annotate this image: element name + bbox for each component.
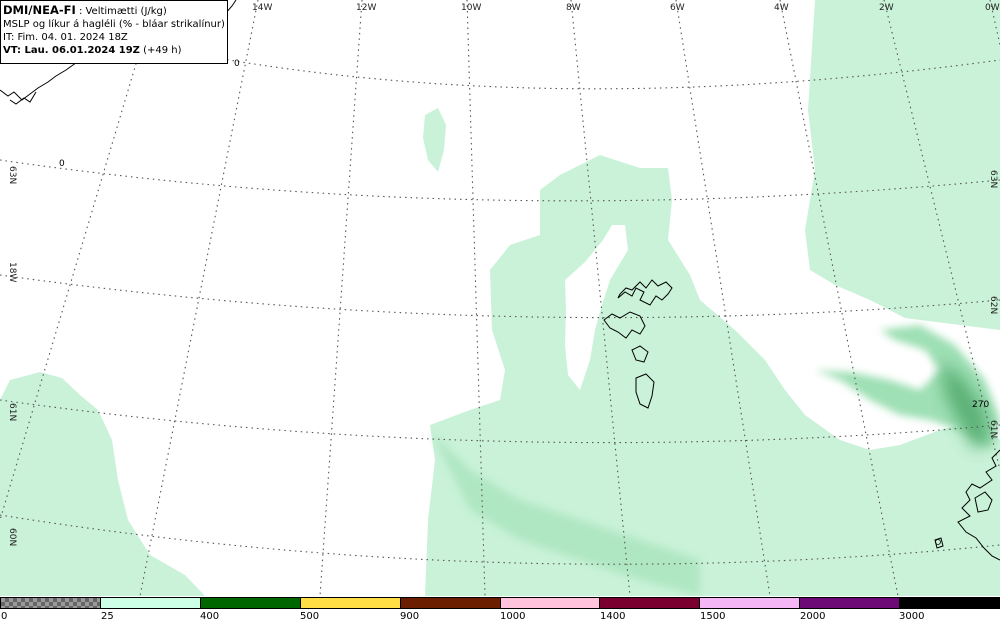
legend-bar: [0, 597, 1000, 609]
subtitle-line: MSLP og líkur á hagléli (% - bláar strik…: [3, 19, 225, 30]
model-name: DMI/NEA-FI: [3, 3, 76, 17]
valid-time-line: VT: Lau. 06.01.2024 19Z (+49 h): [3, 44, 225, 57]
valid-time: VT: Lau. 06.01.2024 19Z: [3, 45, 140, 56]
lon-label-10w: 10W: [461, 3, 481, 13]
lon-label-4w: 4W: [774, 3, 789, 13]
legend-label-25: 25: [101, 611, 114, 622]
weather-map: 14W 12W 10W 8W 6W 4W 2W 0W 63N 18W 61N 6…: [0, 0, 1000, 596]
color-legend: 0 25 400 500 900 1000 1400 1500 2000 300…: [0, 596, 1000, 626]
lon-label-0w: 0W: [985, 3, 1000, 13]
legend-swatch-2000: [800, 598, 901, 608]
lat-label-left-60n: 60N: [7, 528, 17, 546]
legend-swatch-1500: [700, 598, 801, 608]
lon-label-8w: 8W: [566, 3, 581, 13]
lat-label-right-61n: 61N: [988, 420, 998, 438]
contour-label-0-a: 0: [234, 59, 240, 69]
contour-label-270: 270: [972, 400, 989, 410]
lat-label-left-63n: 63N: [7, 166, 17, 184]
lat-label-right-63n: 63N: [988, 170, 998, 188]
lon-label-12w: 12W: [356, 3, 376, 13]
cape-area-northeast: [805, 0, 1000, 330]
lon-label-2w: 2W: [879, 3, 894, 13]
lon-label-14w: 14W: [252, 3, 272, 13]
legend-label-500: 500: [300, 611, 320, 622]
legend-swatch-1400: [600, 598, 701, 608]
legend-label-1000: 1000: [500, 611, 526, 622]
legend-swatch-500: [300, 598, 401, 608]
legend-swatch-900: [400, 598, 501, 608]
forecast-offset: (+49 h): [139, 45, 182, 56]
lat-label-left-18w: 18W: [7, 262, 17, 282]
lat-label-left-61n: 61N: [7, 403, 17, 421]
lat-label-right-62n: 62N: [988, 296, 998, 314]
legend-label-1500: 1500: [700, 611, 726, 622]
legend-labels: 0 25 400 500 900 1000 1400 1500 2000 300…: [0, 611, 1000, 625]
legend-swatch-25: [100, 598, 201, 608]
contour-label-0-b: 0: [59, 159, 65, 169]
legend-swatch-0: [1, 598, 101, 608]
legend-label-2000: 2000: [800, 611, 826, 622]
title-line: DMI/NEA-FI : Veltimætti (J/kg): [3, 4, 225, 18]
legend-label-1400: 1400: [600, 611, 626, 622]
legend-label-900: 900: [400, 611, 420, 622]
variable-name: : Veltimætti (J/kg): [75, 6, 167, 17]
lon-label-6w: 6W: [670, 3, 685, 13]
legend-swatch-3000: [900, 598, 1000, 608]
legend-label-0: 0: [1, 611, 8, 622]
initial-time: IT: Fim. 04. 01. 2024 18Z: [3, 32, 128, 43]
legend-swatch-400: [200, 598, 301, 608]
legend-swatch-1000: [500, 598, 601, 608]
map-info-box: DMI/NEA-FI : Veltimætti (J/kg) MSLP og l…: [0, 0, 228, 64]
legend-label-400: 400: [200, 611, 220, 622]
legend-label-3000: 3000: [899, 611, 925, 622]
